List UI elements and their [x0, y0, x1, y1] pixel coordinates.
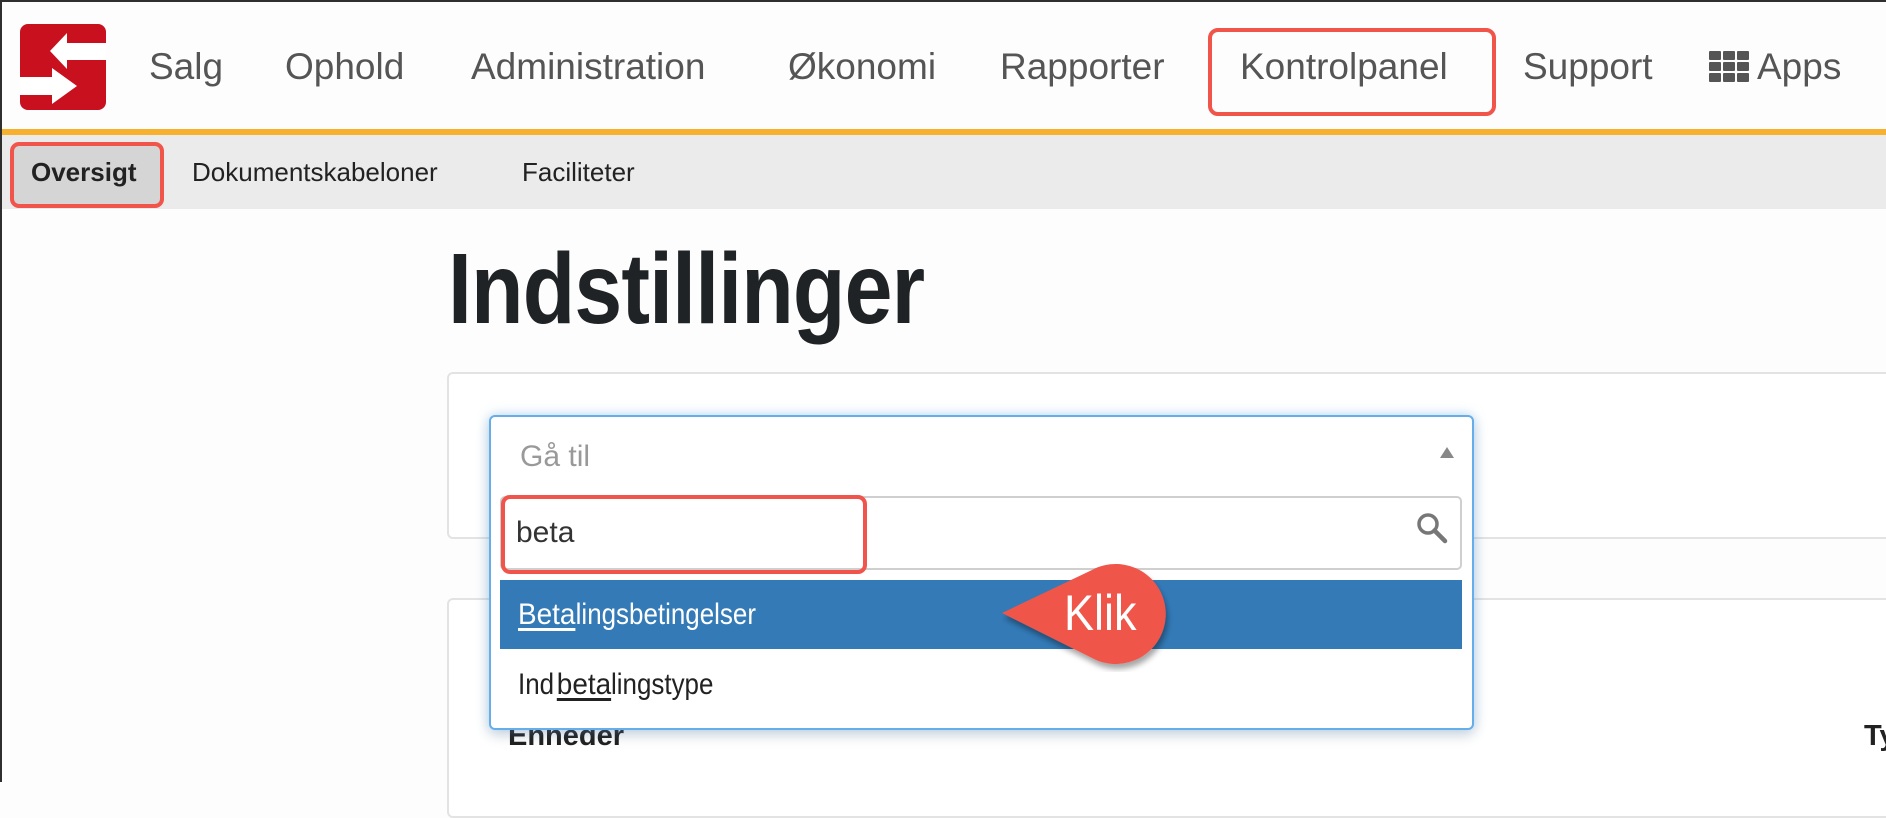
page-title: Indstillinger — [448, 233, 925, 345]
app-logo-icon[interactable] — [20, 24, 106, 110]
option-match: Beta — [518, 598, 576, 631]
search-annotation-box — [501, 495, 867, 574]
nav-support-label: Support — [1523, 46, 1653, 87]
nav-administration[interactable]: Administration — [471, 42, 705, 92]
option-prefix: Ind — [518, 668, 555, 701]
option-rest: lingstype — [611, 668, 714, 701]
caret-up-icon[interactable] — [1440, 447, 1454, 458]
option-label: Betalingsbetingelser — [518, 580, 769, 649]
nav-rapporter[interactable]: Rapporter — [1000, 42, 1165, 92]
search-icon — [1417, 513, 1448, 544]
nav-apps-label: Apps — [1757, 46, 1842, 87]
option-indbetalingstype[interactable]: Indbetalingstype — [500, 650, 1462, 719]
nav-okonomi-label: Økonomi — [788, 46, 937, 87]
nav-salg[interactable]: Salg — [149, 42, 223, 92]
subnav-faciliteter-label: Faciliteter — [522, 157, 635, 187]
oversigt-annotation-box — [10, 142, 164, 208]
option-label: Indbetalingstype — [518, 650, 721, 719]
nav-ophold[interactable]: Ophold — [285, 42, 404, 92]
nav-okonomi[interactable]: Økonomi — [788, 42, 936, 92]
option-rest: lingsbetingelser — [575, 598, 756, 631]
nav-administration-label: Administration — [471, 46, 706, 87]
goto-select-placeholder[interactable]: Gå til — [520, 439, 590, 475]
option-betalingsbetingelser[interactable]: Betalingsbetingelser — [500, 580, 1462, 649]
nav-ophold-label: Ophold — [285, 46, 405, 87]
klik-callout-text: Klik — [1064, 585, 1137, 641]
nav-rapporter-label: Rapporter — [1000, 46, 1165, 87]
column-header-type: Ty — [1864, 720, 1886, 752]
option-match: beta — [556, 668, 612, 701]
subnav-dokumentskabeloner[interactable]: Dokumentskabeloner — [192, 154, 438, 190]
nav-salg-label: Salg — [149, 46, 224, 87]
nav-support[interactable]: Support — [1523, 42, 1653, 92]
subnav-faciliteter[interactable]: Faciliteter — [522, 154, 635, 190]
grid-icon — [1709, 50, 1749, 82]
subnav-dokumentskabeloner-label: Dokumentskabeloner — [192, 157, 438, 187]
nav-apps[interactable]: Apps — [1709, 42, 1841, 92]
kontrolpanel-annotation-box — [1208, 28, 1496, 116]
